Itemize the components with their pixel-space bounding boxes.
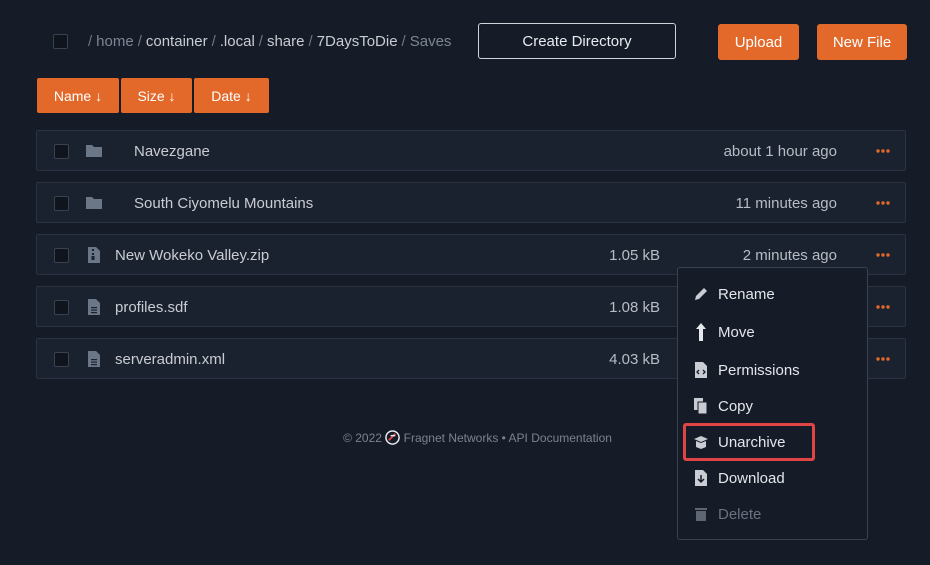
footer-api-link[interactable]: API Documentation xyxy=(509,431,612,445)
menu-item-permissions[interactable]: Permissions xyxy=(693,359,800,381)
fragnet-logo-icon xyxy=(385,430,401,445)
breadcrumb-share[interactable]: share xyxy=(267,33,305,50)
menu-label: Copy xyxy=(718,397,754,415)
new-file-button[interactable]: New File xyxy=(817,24,907,60)
file-icon xyxy=(88,299,100,315)
breadcrumb-sep: / xyxy=(137,33,142,50)
file-size: 4.03 kB xyxy=(609,351,660,368)
row-checkbox[interactable] xyxy=(54,248,69,263)
menu-label: Download xyxy=(718,469,785,487)
file-name[interactable]: Navezgane xyxy=(134,143,210,160)
menu-item-download[interactable]: Download xyxy=(693,467,785,489)
breadcrumb-7daystodie[interactable]: 7DaysToDie xyxy=(317,33,398,50)
menu-label: Move xyxy=(718,323,755,341)
copy-icon xyxy=(694,398,708,415)
menu-item-delete[interactable]: Delete xyxy=(693,503,761,525)
more-options-icon[interactable] xyxy=(876,357,890,361)
menu-label: Permissions xyxy=(718,361,800,379)
breadcrumb-container[interactable]: container xyxy=(146,33,208,50)
sort-date-button[interactable]: Date ↓ xyxy=(194,78,269,113)
menu-item-rename[interactable]: Rename xyxy=(693,283,775,305)
more-options-icon[interactable] xyxy=(876,149,890,153)
context-menu: Rename Move Permissions Copy Unarchive D… xyxy=(677,267,868,540)
unarchive-highlight xyxy=(683,423,815,461)
row-checkbox[interactable] xyxy=(54,300,69,315)
file-size: 1.05 kB xyxy=(609,247,660,264)
select-all-checkbox[interactable] xyxy=(53,34,68,49)
menu-label: Delete xyxy=(718,505,762,523)
menu-item-move[interactable]: Move xyxy=(693,321,755,343)
zip-file-icon xyxy=(88,247,100,263)
footer-bullet: • xyxy=(501,431,506,445)
file-row-south-ciyomelu[interactable]: South Ciyomelu Mountains 11 minutes ago xyxy=(36,182,906,223)
more-options-icon[interactable] xyxy=(876,305,890,309)
breadcrumb-sep: / xyxy=(211,33,216,50)
breadcrumb-current: Saves xyxy=(409,33,452,50)
footer-brand[interactable]: Fragnet Networks xyxy=(404,431,499,445)
more-options-icon[interactable] xyxy=(876,253,890,257)
breadcrumb-local[interactable]: .local xyxy=(220,33,255,50)
more-options-icon[interactable] xyxy=(876,201,890,205)
row-checkbox[interactable] xyxy=(54,352,69,367)
row-checkbox[interactable] xyxy=(54,144,69,159)
file-name[interactable]: serveradmin.xml xyxy=(115,351,225,368)
file-name[interactable]: New Wokeko Valley.zip xyxy=(115,247,269,264)
breadcrumb-sep: / xyxy=(401,33,406,50)
breadcrumb-home[interactable]: home xyxy=(96,33,134,50)
breadcrumb-sep: / xyxy=(258,33,263,50)
file-date: about 1 hour ago xyxy=(723,143,837,160)
breadcrumb: / home / container / .local / share/7DaysToDie /… xyxy=(84,33,451,50)
file-download-icon xyxy=(695,470,707,486)
file-date: 2 minutes ago xyxy=(742,247,837,264)
file-icon xyxy=(88,351,100,367)
menu-item-copy[interactable]: Copy xyxy=(693,395,753,417)
arrow-up-icon xyxy=(696,323,706,341)
file-name[interactable]: profiles.sdf xyxy=(115,299,188,316)
row-checkbox[interactable] xyxy=(54,196,69,211)
upload-button[interactable]: Upload xyxy=(718,24,799,60)
file-date: 11 minutes ago xyxy=(735,195,837,212)
file-row-navezgane[interactable]: Navezgane about 1 hour ago xyxy=(36,130,906,171)
file-size: 1.08 kB xyxy=(609,299,660,316)
pencil-icon xyxy=(695,288,707,300)
file-code-icon xyxy=(695,362,707,378)
file-name[interactable]: South Ciyomelu Mountains xyxy=(134,195,313,212)
breadcrumb-sep: / xyxy=(308,33,313,50)
breadcrumb-sep: / xyxy=(88,33,93,50)
folder-icon xyxy=(86,197,102,209)
sort-name-button[interactable]: Name ↓ xyxy=(37,78,119,113)
sort-size-button[interactable]: Size ↓ xyxy=(121,78,192,113)
folder-icon xyxy=(86,145,102,157)
footer-copyright: © 2022 xyxy=(343,431,382,445)
trash-icon xyxy=(695,508,707,521)
create-directory-button[interactable]: Create Directory xyxy=(478,23,676,59)
menu-label: Rename xyxy=(718,285,775,303)
